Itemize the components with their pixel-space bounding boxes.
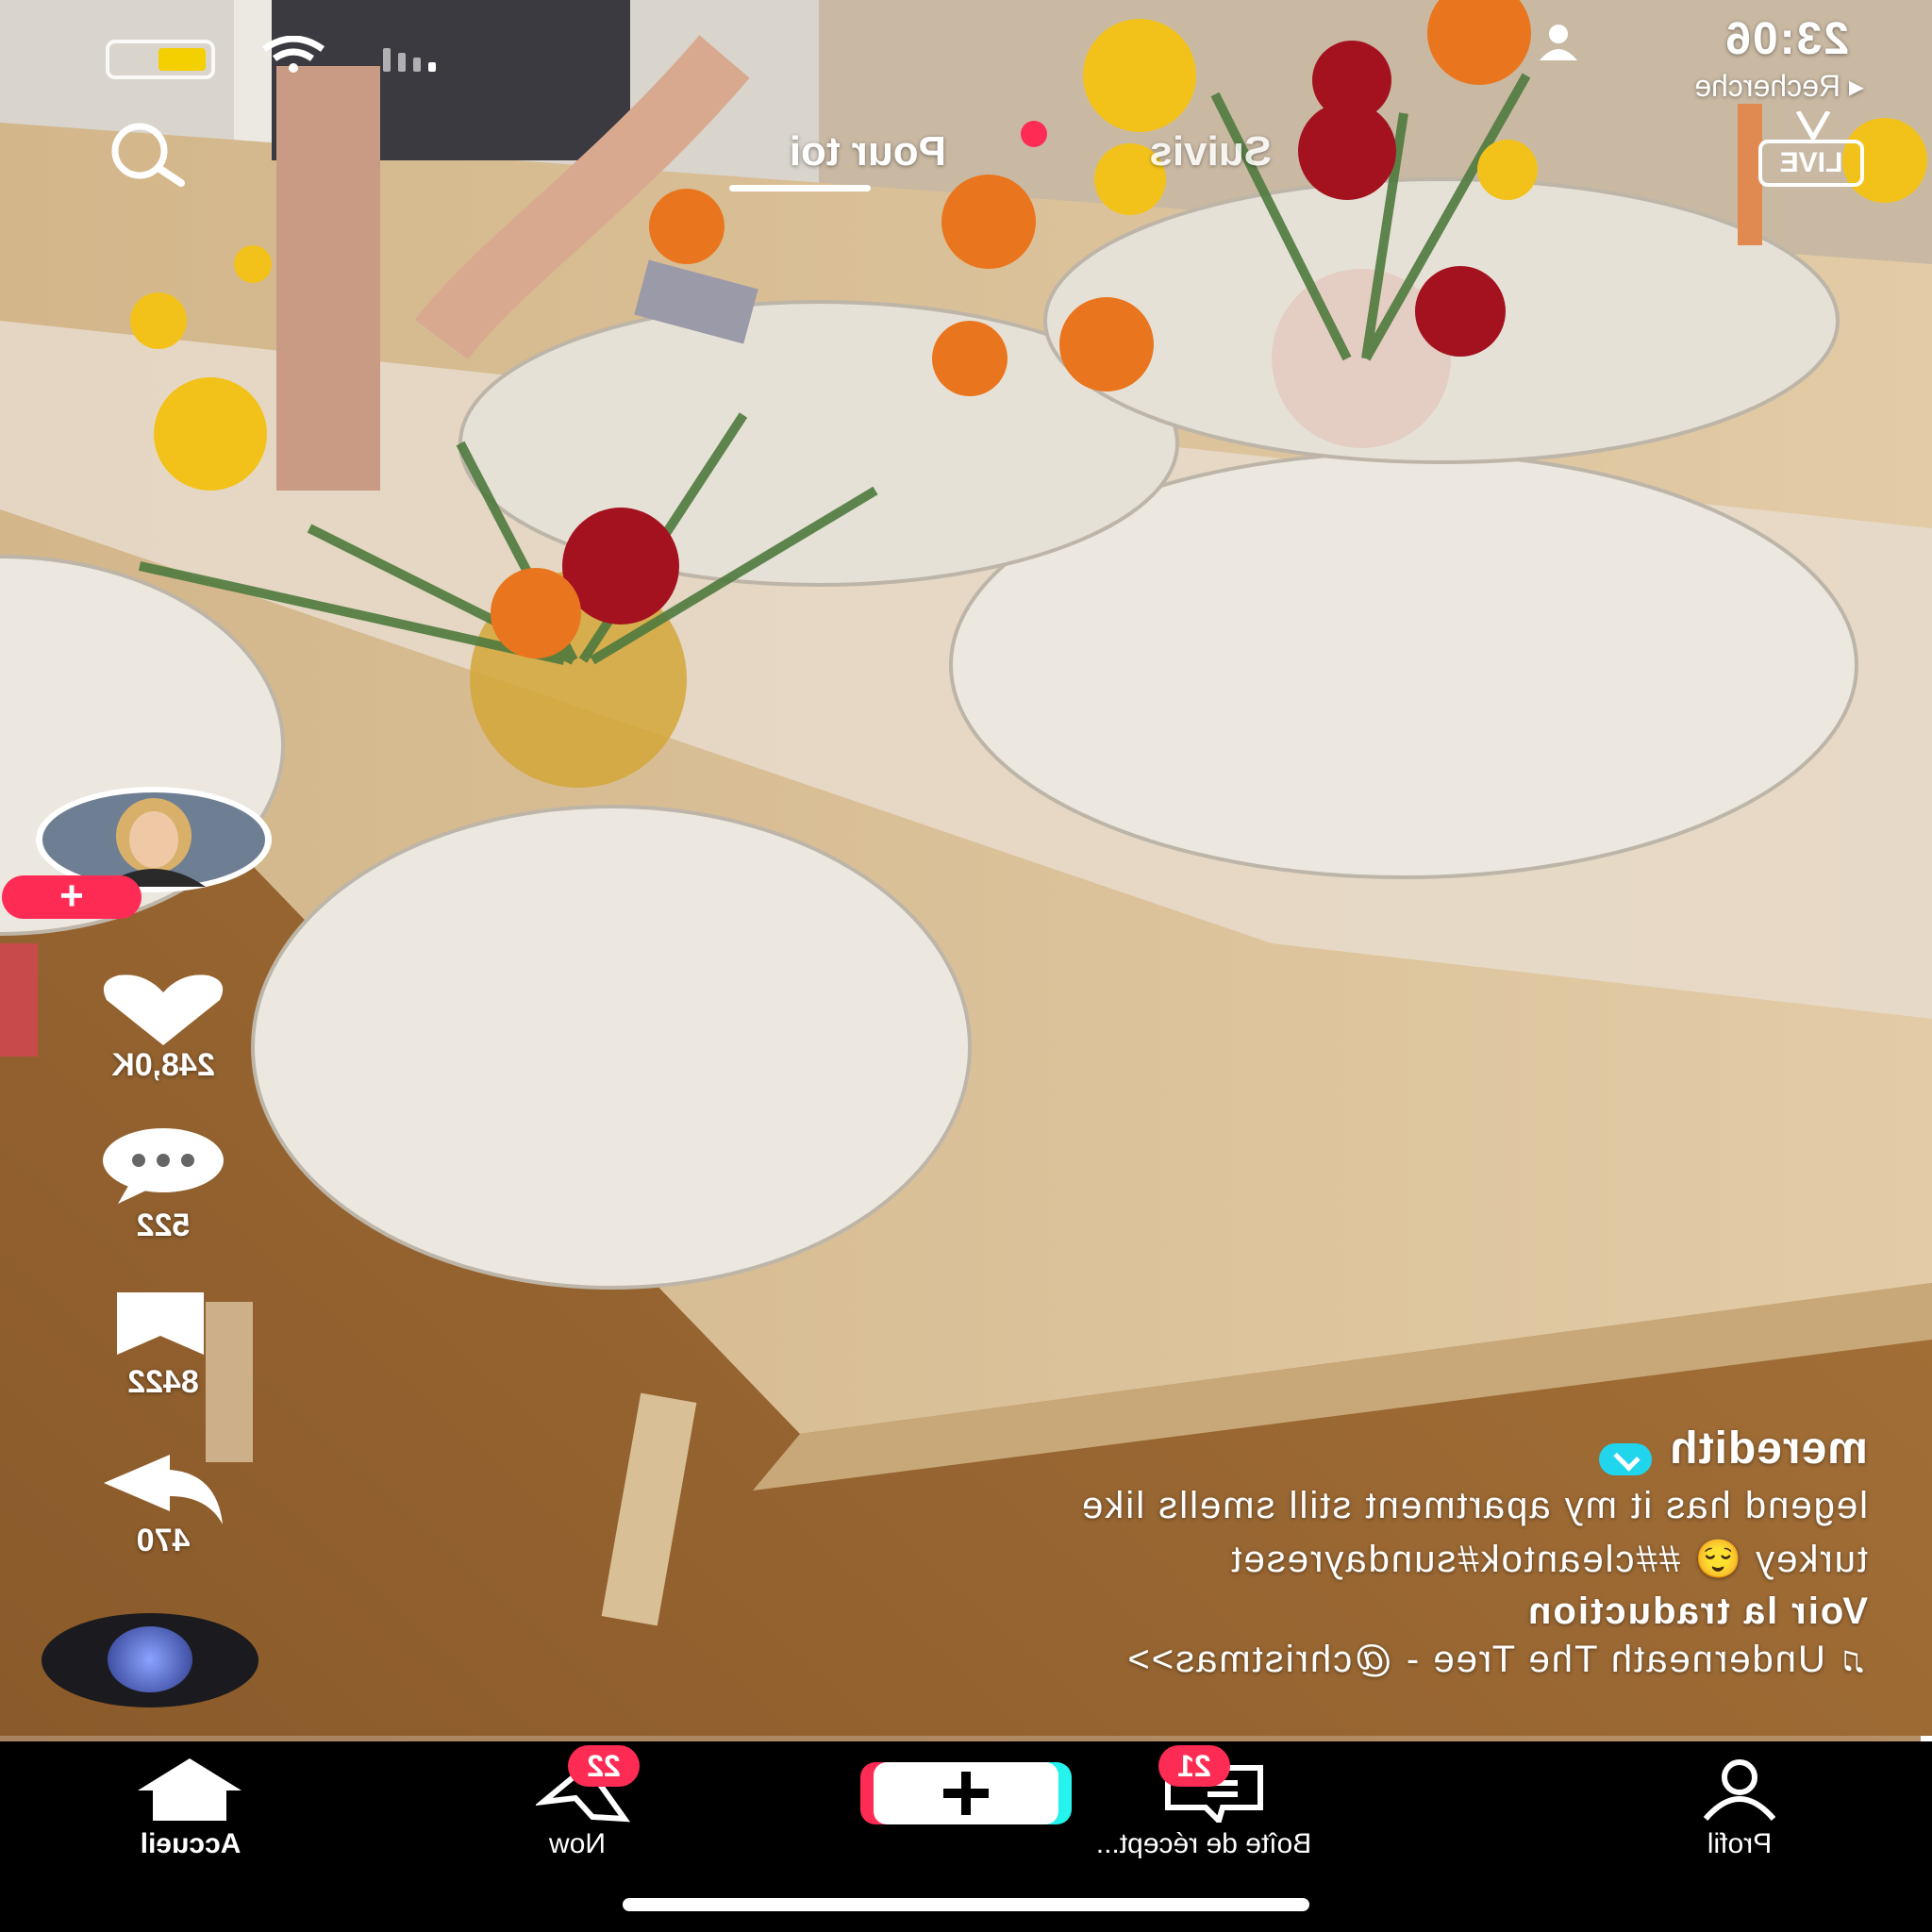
home-indicator	[623, 1898, 1309, 1911]
share-button[interactable]	[94, 1453, 226, 1533]
tab-for-you[interactable]: Pour toi	[790, 128, 946, 175]
status-time: 23:06	[1724, 14, 1849, 64]
bookmark-button[interactable]	[113, 1289, 208, 1369]
signal-icon	[360, 43, 436, 72]
nav-now-label: Now	[549, 1828, 607, 1859]
live-antenna-icon	[1785, 109, 1841, 148]
wifi-icon	[260, 35, 326, 78]
see-translation-link[interactable]: Voir la traduction	[547, 1591, 1868, 1633]
tab-following-label: Suivis	[1149, 128, 1272, 175]
person-icon	[1534, 23, 1583, 65]
follow-plus-button[interactable]: +	[2, 873, 142, 919]
username[interactable]: meredith	[1669, 1424, 1868, 1474]
tab-for-you-label: Pour toi	[789, 128, 946, 175]
video-caption: meredith legend has it my apartment stil…	[547, 1423, 1868, 1681]
share-count: 470	[136, 1523, 191, 1558]
bookmark-count: 8422	[127, 1364, 199, 1400]
home-icon	[128, 1757, 251, 1827]
tab-following[interactable]: Suivis	[1149, 128, 1272, 175]
caption-line-2: turkey 😌 ##cleantok#sundayreset	[1229, 1538, 1868, 1580]
music-disc-cover	[108, 1626, 192, 1692]
music-title: Underneath The Tree - @christmas>>	[1125, 1638, 1825, 1680]
verified-badge-icon	[1598, 1442, 1652, 1475]
person-outline-icon	[1692, 1758, 1787, 1825]
comment-count: 522	[136, 1208, 191, 1243]
back-to-search-link[interactable]: ◂ Recherche	[1694, 68, 1864, 104]
username-row[interactable]: meredith	[547, 1423, 1868, 1475]
inbox-badge: 21	[1158, 1745, 1230, 1787]
battery-icon	[106, 40, 215, 79]
caption-line-1: legend has it my apartment still smells …	[1080, 1484, 1868, 1526]
tab-underline	[729, 185, 871, 192]
nav-profile-label: Profil	[1707, 1828, 1773, 1859]
like-count: 248,0K	[111, 1047, 215, 1083]
music-ticker[interactable]: ♫ Underneath The Tree - @christmas>>	[547, 1639, 1868, 1681]
now-badge: 22	[568, 1745, 640, 1787]
bottom-nav: Accueil 22 Now 21 Boîte de récept... Pro…	[0, 1741, 1932, 1932]
comment-button[interactable]	[97, 1128, 229, 1210]
music-disc[interactable]	[42, 1613, 258, 1707]
create-button-shape	[860, 1762, 1072, 1824]
search-icon[interactable]	[92, 121, 196, 192]
nav-inbox-label: Boîte de récept...	[1095, 1828, 1312, 1859]
music-note-icon: ♫	[1838, 1638, 1868, 1680]
nav-home-label: Accueil	[140, 1828, 242, 1859]
like-button[interactable]	[97, 972, 229, 1052]
following-dot	[1021, 121, 1047, 147]
